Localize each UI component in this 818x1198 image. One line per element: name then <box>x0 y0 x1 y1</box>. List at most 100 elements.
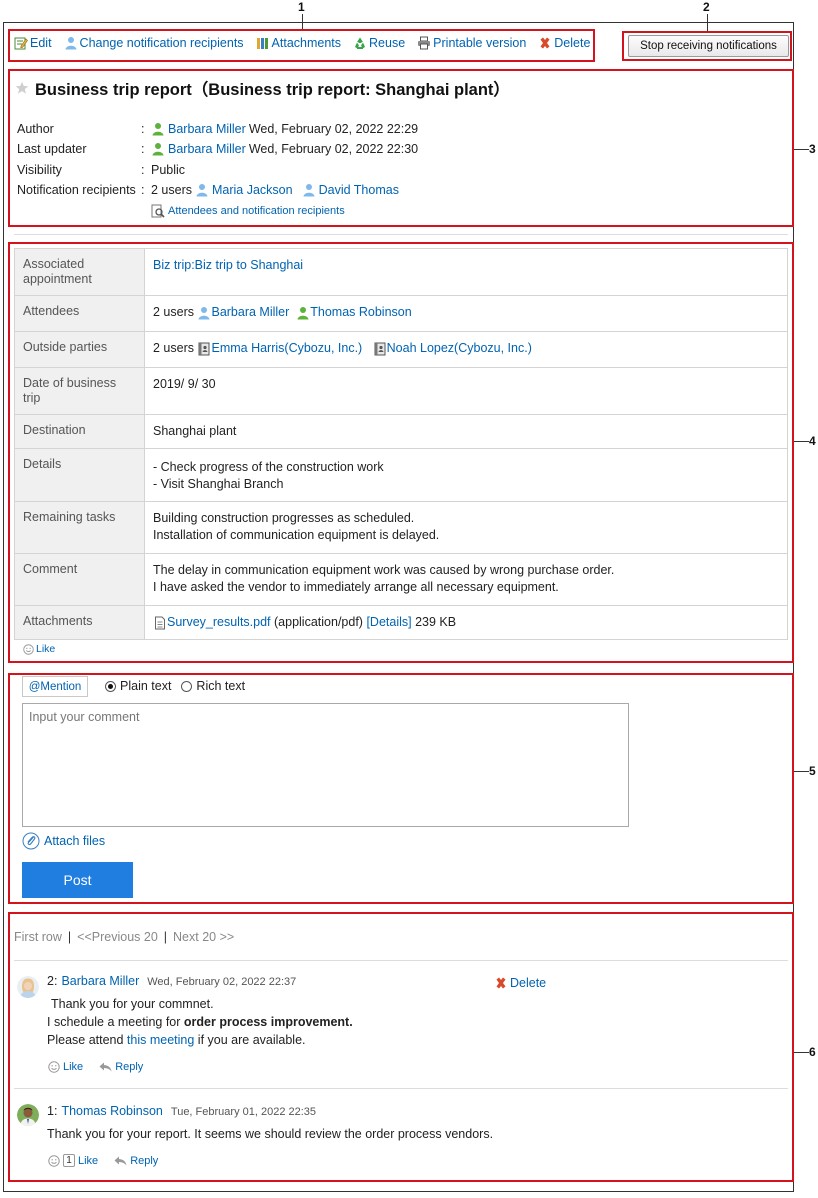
comment-header: 2: Barbara Miller Wed, February 02, 2022… <box>47 974 296 988</box>
comment-line: Thank you for your report. It seems we s… <box>47 1127 494 1141</box>
outside-party-link[interactable]: Emma Harris(Cybozu, Inc.) <box>211 341 362 355</box>
trip-date-value: 2019/ 9/ 30 <box>144 367 788 415</box>
edit-button[interactable]: Edit <box>14 36 52 50</box>
avatar <box>17 1104 39 1126</box>
callout-1-line <box>302 14 303 29</box>
attach-files-label: Attach files <box>44 834 106 848</box>
stop-notifications-button[interactable]: Stop receiving notifications <box>628 35 789 57</box>
updater-value: Barbara Miller Wed, February 02, 2022 22… <box>151 142 418 156</box>
attachments-label: Attachments <box>271 36 342 50</box>
attendee-link[interactable]: Barbara Miller <box>211 305 289 319</box>
printable-version-label: Printable version <box>433 36 527 50</box>
address-book-icon <box>374 342 386 356</box>
attendees-value: 2 users Barbara Miller Thomas Robinson <box>144 295 788 332</box>
comment-like-button[interactable]: 1 Like <box>48 1154 98 1167</box>
printable-version-button[interactable]: Printable version <box>417 36 526 50</box>
table-row: Destination Shanghai plant <box>14 414 788 449</box>
callout-2: 2 <box>703 0 710 14</box>
visibility-colon: : <box>141 163 145 177</box>
post-button[interactable]: Post <box>22 862 133 898</box>
user-green-icon <box>152 143 164 156</box>
associated-appointment-link[interactable]: Biz trip:Biz trip to Shanghai <box>153 258 303 272</box>
action-toolbar: Edit Change notification recipients Atta… <box>14 34 590 52</box>
mention-button[interactable]: @Mention <box>22 676 88 697</box>
recycle-icon <box>355 37 366 49</box>
smiley-icon <box>48 1154 60 1167</box>
details-line: - Check progress of the construction wor… <box>153 460 384 474</box>
callout-2-line <box>707 14 708 31</box>
associated-appointment-value: Biz trip:Biz trip to Shanghai <box>144 248 788 296</box>
report-title-row: Business trip report（Business trip repor… <box>15 76 510 100</box>
attendee-link[interactable]: Thomas Robinson <box>310 305 411 319</box>
author-name-link[interactable]: Barbara Miller <box>168 122 246 136</box>
attachments-button[interactable]: Attachments <box>256 36 341 50</box>
comment-input[interactable] <box>22 703 629 827</box>
outside-party-link[interactable]: Noah Lopez(Cybozu, Inc.) <box>387 341 532 355</box>
delete-x-icon <box>496 977 506 989</box>
file-icon <box>155 616 165 630</box>
user-icon <box>303 184 315 197</box>
comment-reply-button[interactable]: Reply <box>99 1061 143 1073</box>
callout-6-line <box>794 1052 809 1053</box>
comment-delete-label: Delete <box>510 976 547 990</box>
avatar <box>17 976 39 998</box>
comment-delete-button[interactable]: Delete <box>494 976 546 990</box>
comment-date: Tue, February 01, 2022 22:35 <box>170 1106 317 1118</box>
trip-date-label: Date of business trip <box>14 367 145 415</box>
comment-header: 1: Thomas Robinson Tue, February 01, 202… <box>47 1104 316 1118</box>
callout-3: 3 <box>809 142 816 156</box>
paperclip-icon <box>22 832 40 850</box>
delete-button[interactable]: Delete <box>538 36 590 50</box>
smiley-icon <box>23 643 34 655</box>
reuse-button[interactable]: Reuse <box>353 36 405 50</box>
table-row: Details - Check progress of the construc… <box>14 448 788 502</box>
comment-author-link[interactable]: Barbara Miller <box>61 974 139 988</box>
comment-reply-button[interactable]: Reply <box>114 1155 158 1167</box>
pager-previous[interactable]: <<Previous 20 <box>77 930 158 944</box>
table-row: Date of business trip 2019/ 9/ 30 <box>14 367 788 415</box>
star-icon[interactable] <box>15 81 29 95</box>
like-count-badge[interactable]: 1 <box>63 1154 75 1167</box>
callout-3-line <box>794 149 809 150</box>
rich-text-radio[interactable] <box>181 680 193 692</box>
user-green-icon <box>297 306 309 320</box>
page-title: Business trip report（Business trip repor… <box>35 81 510 99</box>
attachment-file-link[interactable]: Survey_results.pdf <box>167 615 271 629</box>
plain-text-label: Plain text <box>120 679 172 693</box>
plain-text-radio[interactable] <box>105 680 116 692</box>
details-value: - Check progress of the construction wor… <box>144 448 788 502</box>
pager-next[interactable]: Next 20 >> <box>173 930 234 944</box>
attendees-recipients-link[interactable]: Attendees and notification recipients <box>151 204 345 218</box>
attachment-details-link[interactable]: [Details] <box>366 615 411 629</box>
meeting-link[interactable]: this meeting <box>127 1033 194 1047</box>
comment-date: Wed, February 02, 2022 22:37 <box>147 976 297 988</box>
binder-icon <box>256 38 268 49</box>
recipient-link[interactable]: Maria Jackson <box>212 183 293 197</box>
change-recipients-button[interactable]: Change notification recipients <box>64 36 244 50</box>
updater-name-link[interactable]: Barbara Miller <box>168 142 246 156</box>
comment-separator <box>14 1088 788 1089</box>
user-icon <box>65 37 77 50</box>
table-row: Comment The delay in communication equip… <box>14 553 788 606</box>
comment-actions: 1 Like Reply <box>48 1154 158 1167</box>
table-row: Associated appointment Biz trip:Biz trip… <box>14 248 788 296</box>
comment-body: Thank you for your commnet. I schedule a… <box>47 995 353 1049</box>
details-line: - Visit Shanghai Branch <box>153 477 284 491</box>
attach-files-button[interactable]: Attach files <box>22 832 105 850</box>
attendees-label: Attendees <box>14 295 145 332</box>
comment-author-link[interactable]: Thomas Robinson <box>61 1104 162 1118</box>
recipient-link[interactable]: David Thomas <box>319 183 399 197</box>
address-book-icon <box>198 342 210 356</box>
comment-text: I schedule a meeting for <box>47 1015 184 1029</box>
comment-like-button[interactable]: Like <box>48 1061 83 1073</box>
visibility-value: Public <box>151 163 186 177</box>
updater-label: Last updater <box>17 142 87 156</box>
remaining-line: Installation of communication equipment … <box>153 528 440 542</box>
pager-first[interactable]: First row <box>14 930 62 944</box>
callout-4-line <box>794 441 809 442</box>
callout-5-line <box>794 771 809 772</box>
like-button[interactable]: Like <box>23 643 55 655</box>
edit-icon <box>14 37 28 50</box>
comment-like-label: Like <box>78 1154 99 1167</box>
reply-arrow-icon <box>99 1062 112 1072</box>
